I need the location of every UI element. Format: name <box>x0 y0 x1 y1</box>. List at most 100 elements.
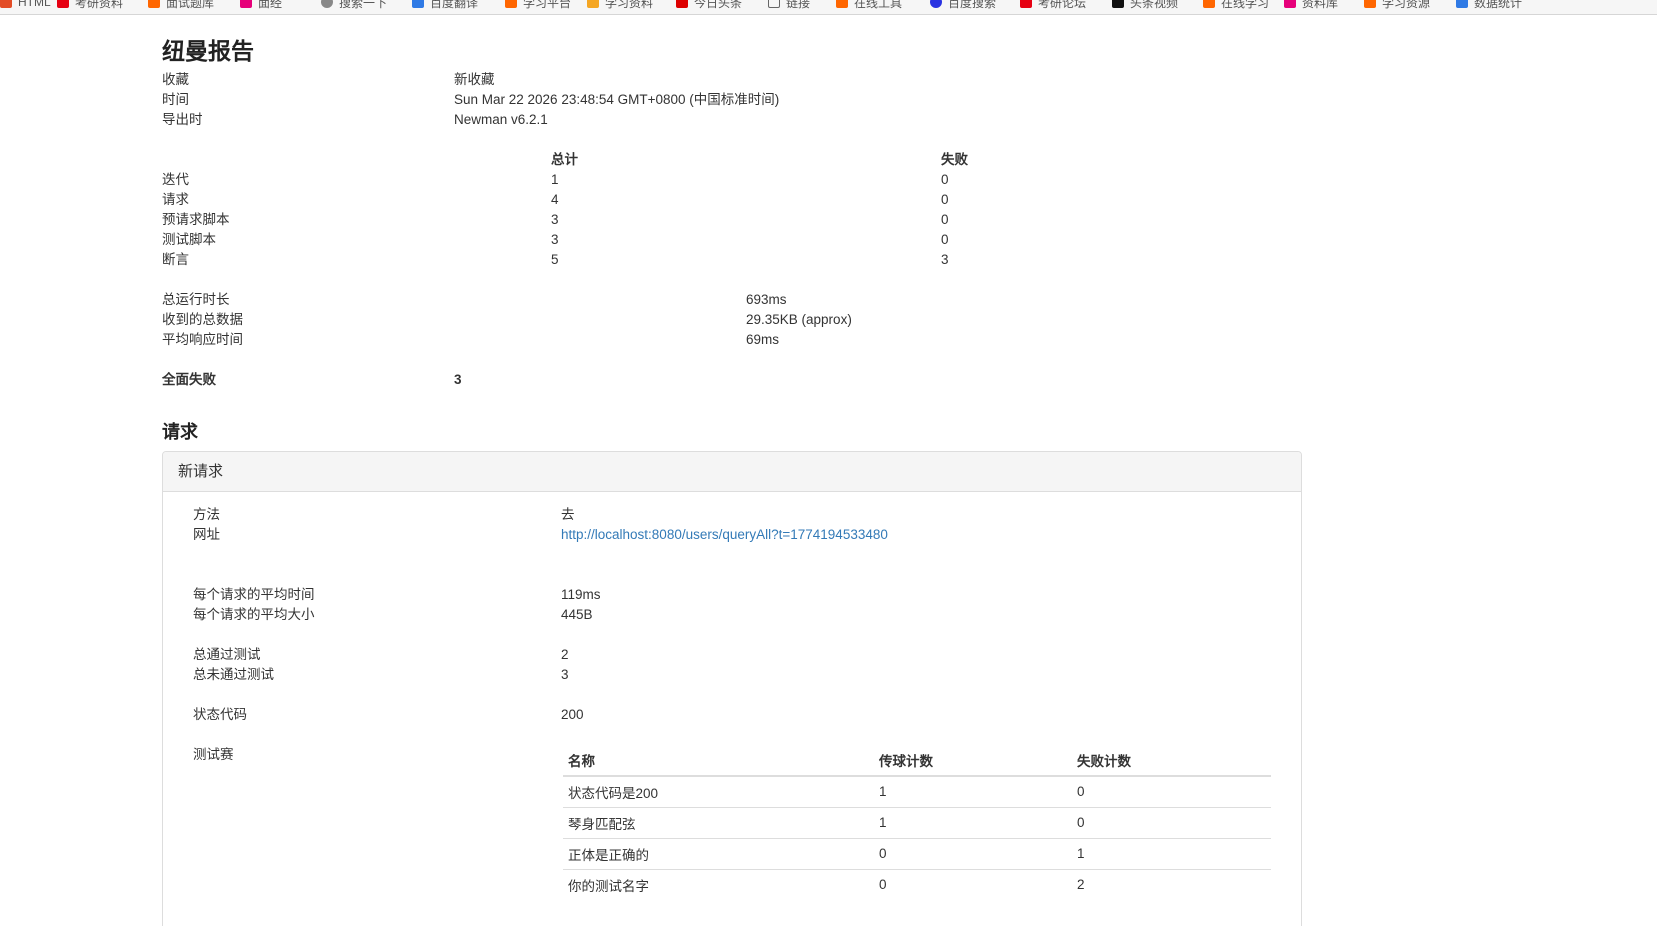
test-name: 正体是正确的 <box>563 838 874 870</box>
stats-label: 请求 <box>162 192 189 207</box>
stats-header-total: 总计 <box>551 152 578 167</box>
failed-tests-label: 总未通过测试 <box>193 667 274 682</box>
bookmarks-bar: HTML 考研资料 面试题库 面经 搜索一下 百度翻译 学习平台 学习资料 今日… <box>0 0 1657 15</box>
bookmark-item[interactable]: 在线工具 <box>836 0 903 10</box>
requests-section-title: 请求 <box>162 422 198 442</box>
bookmark-item[interactable]: 搜索一下 <box>321 0 388 10</box>
bookmark-item[interactable]: 学习资料 <box>587 0 654 10</box>
passed-tests-label: 总通过测试 <box>193 647 261 662</box>
bookmark-item[interactable]: 数据统计 <box>1456 0 1523 10</box>
stats-label: 预请求脚本 <box>162 212 230 227</box>
stats-failed: 0 <box>941 192 949 207</box>
bookmark-favicon-icon <box>57 0 69 8</box>
test-fail-count: 0 <box>1072 776 1271 808</box>
test-name: 琴身匹配弦 <box>563 807 874 839</box>
method-label: 方法 <box>193 507 220 522</box>
bookmark-label: 链接 <box>786 0 811 10</box>
test-fail-count: 2 <box>1077 877 1085 893</box>
avg-time-label: 每个请求的平均时间 <box>193 587 315 602</box>
stats-label: 断言 <box>162 252 189 267</box>
stats-header-failed: 失败 <box>941 152 968 167</box>
table-row: 你的测试名字 0 2 <box>563 869 1271 900</box>
bookmark-item[interactable]: 学习资源 <box>1364 0 1431 10</box>
avg-size-value: 445B <box>561 607 593 622</box>
bookmark-favicon-icon <box>505 0 517 8</box>
test-pass-count: 1 <box>874 807 1072 839</box>
table-row: 正体是正确的 0 1 <box>563 838 1271 870</box>
test-name: 状态代码是200 <box>563 776 874 808</box>
tests-label: 测试赛 <box>193 747 234 762</box>
bookmark-favicon-icon <box>1020 0 1032 8</box>
method-value: 去 <box>561 507 575 522</box>
bookmark-label: 在线工具 <box>854 0 903 10</box>
bookmark-label: 今日头条 <box>694 0 743 10</box>
bookmark-label: 考研论坛 <box>1038 0 1087 10</box>
bookmark-label: 学习平台 <box>523 0 572 10</box>
bookmark-favicon-icon <box>1364 0 1376 8</box>
bookmark-label: 资料库 <box>1302 0 1339 10</box>
bookmark-label: 头条视频 <box>1130 0 1179 10</box>
timing-label: 平均响应时间 <box>162 332 243 347</box>
bookmark-favicon-icon <box>1456 0 1468 8</box>
bookmark-item[interactable]: 在线学习 <box>1203 0 1270 10</box>
page-title: 纽曼报告 <box>162 38 254 64</box>
tests-table: 名称 传球计数 失败计数 状态代码是200 1 0 琴身匹配弦 1 0 正体是正… <box>563 744 1271 900</box>
request-panel-title[interactable]: 新请求 <box>163 452 1301 492</box>
bookmark-favicon-icon <box>412 0 424 8</box>
bookmark-item[interactable]: HTML <box>0 0 51 9</box>
bookmark-item[interactable]: 百度翻译 <box>412 0 479 10</box>
bookmark-label: 学习资料 <box>605 0 654 10</box>
timing-value: 693ms <box>746 292 787 307</box>
test-fail-count: 0 <box>1072 807 1271 839</box>
bookmark-item[interactable]: 链接 <box>768 0 811 10</box>
bookmark-item[interactable]: 头条视频 <box>1112 0 1179 10</box>
timing-label: 总运行时长 <box>162 292 230 307</box>
bookmark-item[interactable]: 百度搜索 <box>930 0 997 10</box>
bookmark-item[interactable]: 学习平台 <box>505 0 572 10</box>
bookmark-item[interactable]: 考研资料 <box>57 0 123 10</box>
timing-value: 29.35KB (approx) <box>746 312 852 327</box>
bookmark-favicon-icon <box>587 0 599 8</box>
bookmark-label: 百度翻译 <box>430 0 479 10</box>
bookmark-item[interactable]: 资料库 <box>1284 0 1339 10</box>
table-row: 状态代码是200 1 0 <box>563 776 1271 808</box>
meta-value: Newman v6.2.1 <box>454 112 548 127</box>
bookmark-label: 在线学习 <box>1221 0 1270 10</box>
stats-total: 1 <box>551 172 559 187</box>
bookmark-label: 百度搜索 <box>948 0 997 10</box>
stats-total: 3 <box>551 232 559 247</box>
bookmark-item[interactable]: 今日头条 <box>676 0 743 10</box>
bookmark-item[interactable]: 面试题库 <box>148 0 214 10</box>
bookmark-favicon-icon <box>1284 0 1296 8</box>
tests-header-pass: 传球计数 <box>874 744 1072 777</box>
bookmark-favicon-icon <box>930 0 942 8</box>
test-fail-count: 1 <box>1072 838 1271 870</box>
passed-tests-value: 2 <box>561 647 569 662</box>
request-panel: 新请求 方法 去 网址 http://localhost:8080/users/… <box>162 451 1302 926</box>
total-failures-label: 全面失败 <box>162 372 216 387</box>
bookmark-label: 数据统计 <box>1474 0 1523 10</box>
timing-value: 69ms <box>746 332 780 347</box>
failed-tests-value: 3 <box>561 667 569 682</box>
bookmark-label: 学习资源 <box>1382 0 1431 10</box>
status-code-value: 200 <box>561 707 584 722</box>
timing-label: 收到的总数据 <box>162 312 243 327</box>
stats-total: 3 <box>551 212 559 227</box>
stats-label: 测试脚本 <box>162 232 216 247</box>
test-pass-count: 1 <box>874 776 1072 808</box>
bookmark-favicon-icon <box>240 0 252 8</box>
avg-size-label: 每个请求的平均大小 <box>193 607 315 622</box>
bookmark-label: 面经 <box>258 0 283 10</box>
bookmark-favicon-icon <box>0 0 12 8</box>
bookmark-favicon-icon <box>676 0 688 8</box>
tests-header-fail: 失败计数 <box>1072 744 1271 777</box>
bookmark-label: 搜索一下 <box>339 0 388 10</box>
request-url-link[interactable]: http://localhost:8080/users/queryAll?t=1… <box>561 527 888 542</box>
bookmark-item[interactable]: 面经 <box>240 0 283 10</box>
meta-label: 时间 <box>162 92 189 107</box>
meta-value: Sun Mar 22 2026 23:48:54 GMT+0800 (中国标准时… <box>454 92 780 107</box>
bookmark-item[interactable]: 考研论坛 <box>1020 0 1087 10</box>
bookmark-favicon-icon <box>1203 0 1215 8</box>
tests-table-header: 名称 传球计数 失败计数 <box>563 744 1271 777</box>
stats-total: 4 <box>551 192 559 207</box>
